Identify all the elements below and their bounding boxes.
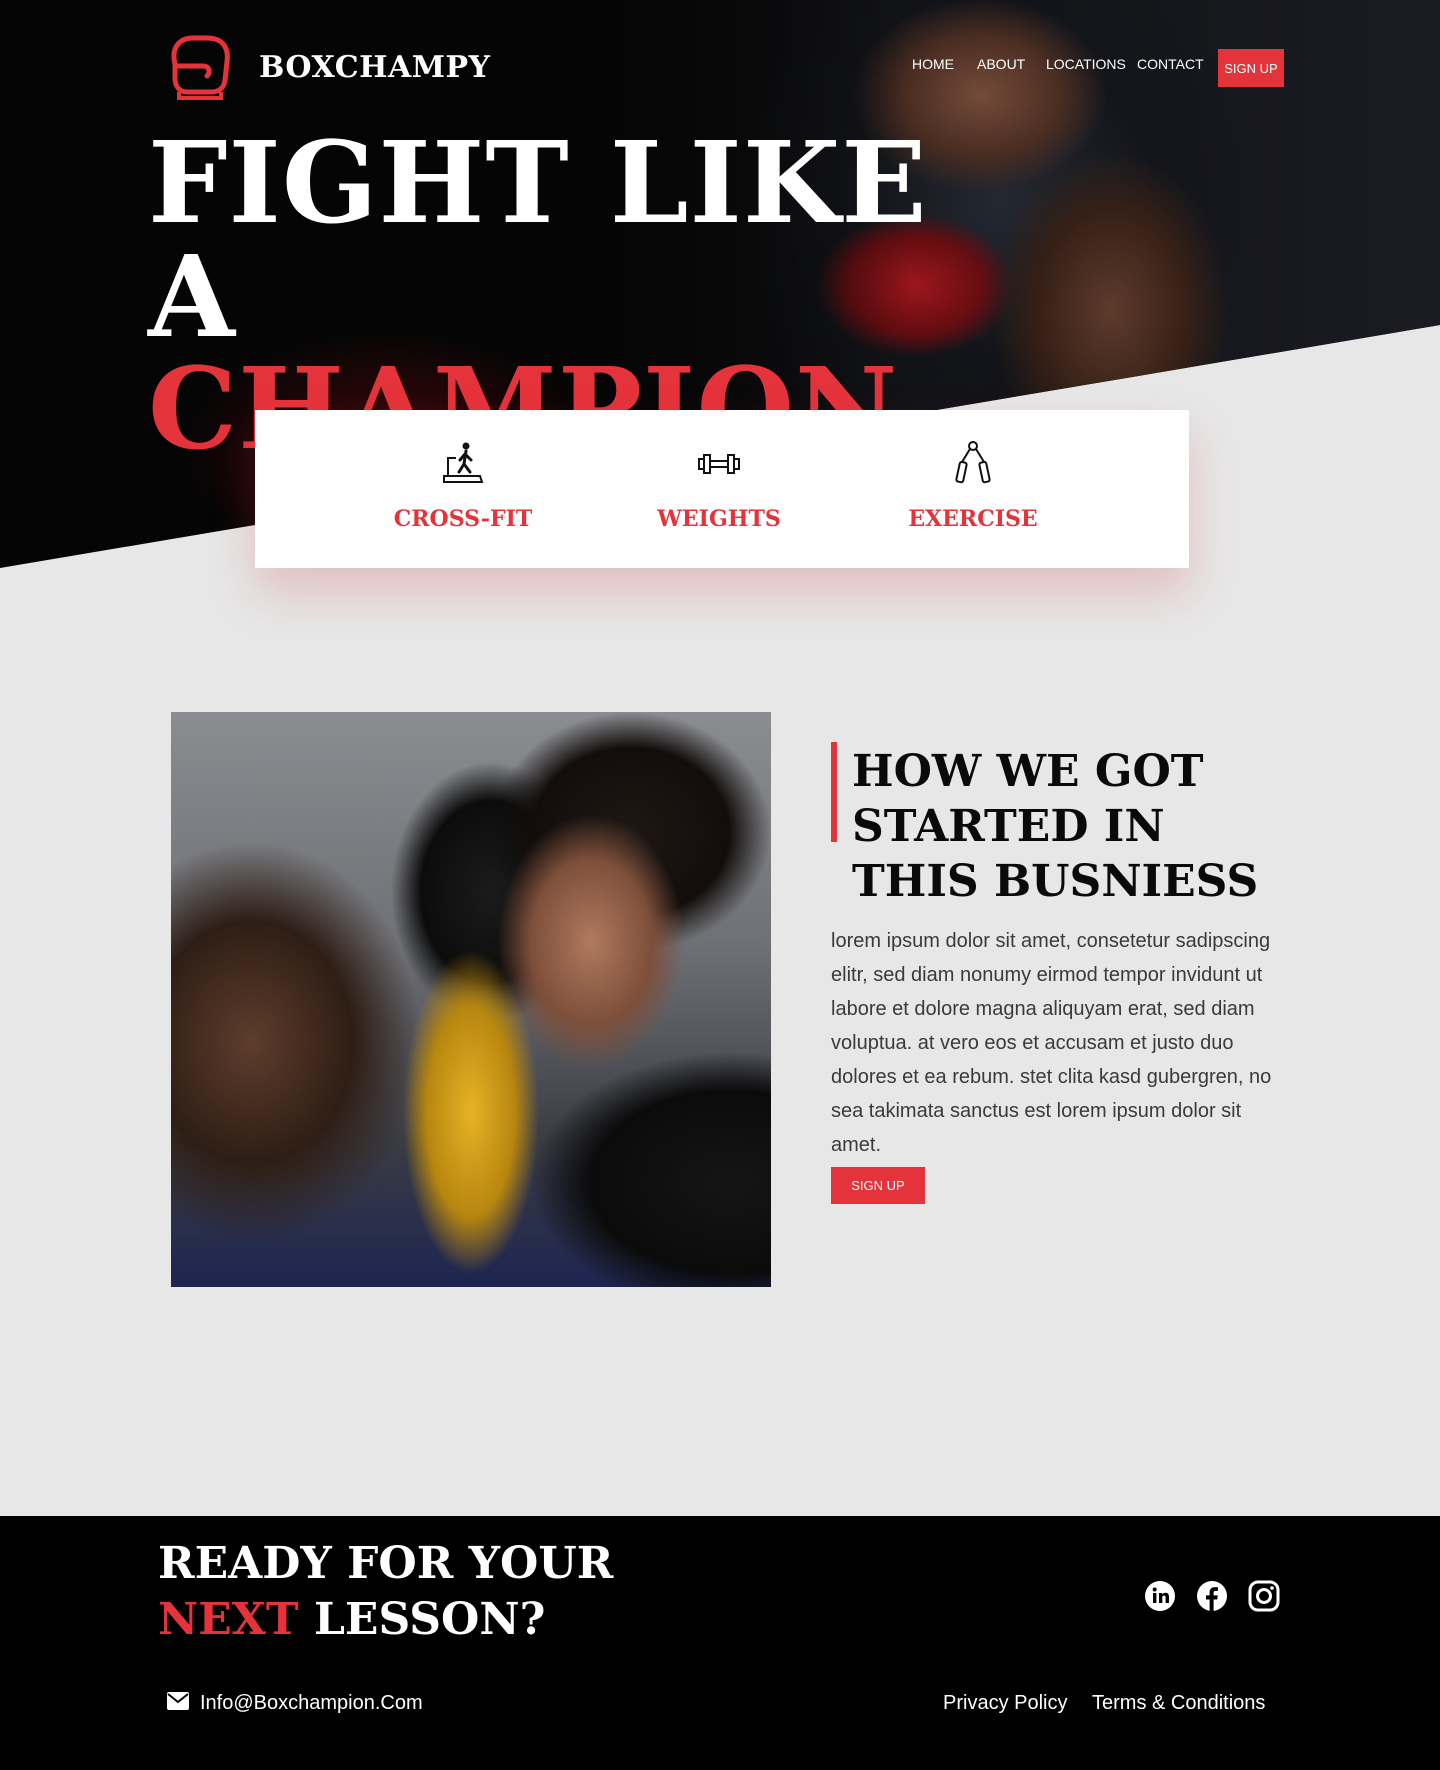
feature-exercise[interactable]: EXERCISE — [883, 440, 1063, 532]
about-boxing-photo — [171, 712, 771, 1287]
instagram-icon[interactable] — [1248, 1580, 1280, 1612]
features-card: CROSS-FIT WEIGHTS EXERCISE — [255, 410, 1189, 568]
footer-cta-white: LESSON? — [313, 1594, 546, 1645]
footer-cta-line1: READY FOR YOUR — [158, 1538, 614, 1589]
feature-exercise-label: EXERCISE — [908, 506, 1038, 532]
brand-name[interactable]: BOXCHAMPY — [259, 50, 490, 85]
feature-crossfit[interactable]: CROSS-FIT — [373, 440, 553, 532]
terms-conditions-link[interactable]: Terms & Conditions — [1092, 1692, 1265, 1715]
linkedin-icon[interactable] — [1144, 1580, 1176, 1612]
hero-line1: FIGHT LIKE — [148, 118, 928, 249]
privacy-policy-link[interactable]: Privacy Policy — [943, 1692, 1067, 1715]
about-title: HOW WE GOT STARTED IN THIS BUSNIESS — [852, 746, 1259, 907]
dumbbell-icon — [698, 454, 740, 474]
treadmill-runner-icon — [443, 442, 484, 483]
facebook-icon[interactable] — [1196, 1580, 1228, 1612]
about-signup-button[interactable]: SIGN UP — [831, 1167, 925, 1204]
about-accent-bar — [831, 742, 837, 842]
footer-cta: READY FOR YOUR NEXT LESSON? — [158, 1536, 678, 1648]
nav-contact-link[interactable]: CONTACT — [1137, 56, 1204, 72]
nav-signup-button[interactable]: SIGN UP — [1218, 49, 1284, 87]
about-body-text: lorem ipsum dolor sit amet, consetetur s… — [831, 930, 1272, 1156]
footer: READY FOR YOUR NEXT LESSON? Info@Boxcham… — [0, 1516, 1440, 1770]
nav-about-link[interactable]: ABOUT — [977, 56, 1025, 72]
nav-locations-link[interactable]: LOCATIONS — [1046, 56, 1126, 72]
nav-home-link[interactable]: HOME — [912, 56, 954, 72]
footer-cta-line2: NEXT LESSON? — [158, 1592, 678, 1648]
feature-weights-label: WEIGHTS — [657, 506, 781, 532]
feature-weights[interactable]: WEIGHTS — [629, 440, 809, 532]
footer-email-link[interactable]: Info@Boxchampion.Com — [200, 1692, 423, 1715]
hand-grip-icon — [955, 441, 991, 484]
boxing-glove-icon — [171, 35, 230, 100]
footer-cta-red: NEXT — [158, 1594, 299, 1645]
mail-icon — [167, 1692, 189, 1710]
feature-crossfit-label: CROSS-FIT — [393, 506, 533, 532]
